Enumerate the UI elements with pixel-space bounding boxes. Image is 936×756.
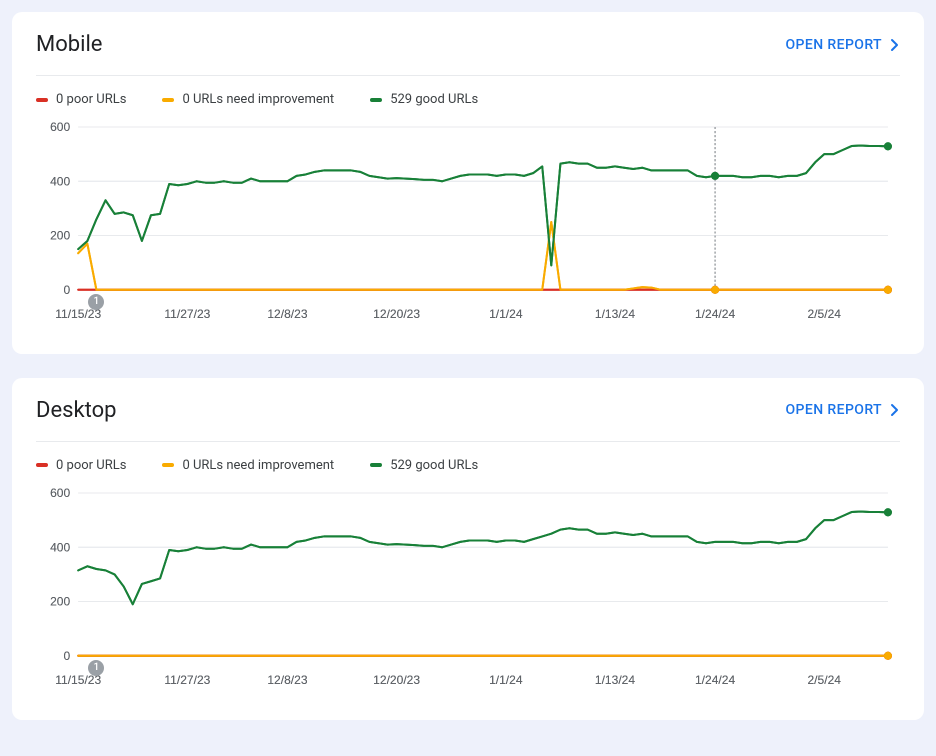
- legend-swatch-poor: [36, 98, 48, 102]
- mobile-legend: 0 poor URLs 0 URLs need improvement 529 …: [36, 76, 900, 119]
- legend-needs[interactable]: 0 URLs need improvement: [162, 458, 334, 473]
- svg-text:600: 600: [50, 120, 70, 134]
- legend-swatch-needs: [162, 463, 174, 467]
- legend-good-label: 529 good URLs: [390, 92, 478, 107]
- legend-good-label: 529 good URLs: [390, 458, 478, 473]
- legend-swatch-needs: [162, 98, 174, 102]
- desktop-card: Desktop OPEN REPORT 0 poor URLs 0 URLs n…: [12, 378, 924, 720]
- legend-needs[interactable]: 0 URLs need improvement: [162, 92, 334, 107]
- desktop-legend: 0 poor URLs 0 URLs need improvement 529 …: [36, 442, 900, 485]
- legend-needs-label: 0 URLs need improvement: [182, 92, 334, 107]
- desktop-title: Desktop: [36, 398, 117, 423]
- svg-text:600: 600: [50, 486, 70, 500]
- svg-text:1/24/24: 1/24/24: [695, 307, 735, 321]
- svg-text:12/20/23: 12/20/23: [373, 307, 420, 321]
- legend-good[interactable]: 529 good URLs: [370, 458, 478, 473]
- legend-swatch-good: [370, 463, 382, 467]
- legend-poor-label: 0 poor URLs: [56, 92, 126, 107]
- svg-text:1/13/24: 1/13/24: [595, 673, 635, 687]
- svg-text:400: 400: [50, 540, 70, 554]
- svg-text:12/8/23: 12/8/23: [267, 673, 307, 687]
- event-marker-label: 1: [94, 662, 100, 673]
- svg-text:11/27/23: 11/27/23: [164, 307, 210, 321]
- chevron-right-icon: [890, 403, 900, 417]
- event-marker-label: 1: [94, 296, 100, 307]
- svg-text:1/1/24: 1/1/24: [489, 673, 523, 687]
- open-report-button[interactable]: OPEN REPORT: [786, 37, 900, 53]
- open-report-button[interactable]: OPEN REPORT: [786, 402, 900, 418]
- legend-swatch-good: [370, 98, 382, 102]
- desktop-card-header: Desktop OPEN REPORT: [36, 398, 900, 442]
- desktop-chart[interactable]: 020040060011/15/2311/27/2312/8/2312/20/2…: [36, 485, 900, 696]
- svg-text:1/13/24: 1/13/24: [595, 307, 635, 321]
- open-report-label: OPEN REPORT: [786, 402, 882, 418]
- chevron-right-icon: [890, 38, 900, 52]
- legend-good[interactable]: 529 good URLs: [370, 92, 478, 107]
- svg-text:1/1/24: 1/1/24: [489, 307, 523, 321]
- svg-text:12/8/23: 12/8/23: [267, 307, 307, 321]
- mobile-chart[interactable]: 020040060011/15/2311/27/2312/8/2312/20/2…: [36, 119, 900, 330]
- mobile-card: Mobile OPEN REPORT 0 poor URLs 0 URLs ne…: [12, 12, 924, 354]
- mobile-card-header: Mobile OPEN REPORT: [36, 32, 900, 76]
- legend-swatch-poor: [36, 463, 48, 467]
- legend-poor[interactable]: 0 poor URLs: [36, 458, 126, 473]
- open-report-label: OPEN REPORT: [786, 37, 882, 53]
- svg-text:0: 0: [63, 649, 70, 663]
- svg-text:2/5/24: 2/5/24: [807, 673, 841, 687]
- legend-poor[interactable]: 0 poor URLs: [36, 92, 126, 107]
- svg-text:2/5/24: 2/5/24: [807, 307, 841, 321]
- mobile-chart-wrap: 020040060011/15/2311/27/2312/8/2312/20/2…: [36, 119, 900, 330]
- svg-text:400: 400: [50, 174, 70, 188]
- desktop-chart-wrap: 020040060011/15/2311/27/2312/8/2312/20/2…: [36, 485, 900, 696]
- legend-poor-label: 0 poor URLs: [56, 458, 126, 473]
- svg-text:200: 200: [50, 595, 70, 609]
- svg-text:12/20/23: 12/20/23: [373, 673, 420, 687]
- svg-text:11/27/23: 11/27/23: [164, 673, 210, 687]
- svg-text:0: 0: [63, 283, 70, 297]
- svg-text:1/24/24: 1/24/24: [695, 673, 735, 687]
- svg-text:200: 200: [50, 229, 70, 243]
- mobile-title: Mobile: [36, 32, 102, 57]
- legend-needs-label: 0 URLs need improvement: [182, 458, 334, 473]
